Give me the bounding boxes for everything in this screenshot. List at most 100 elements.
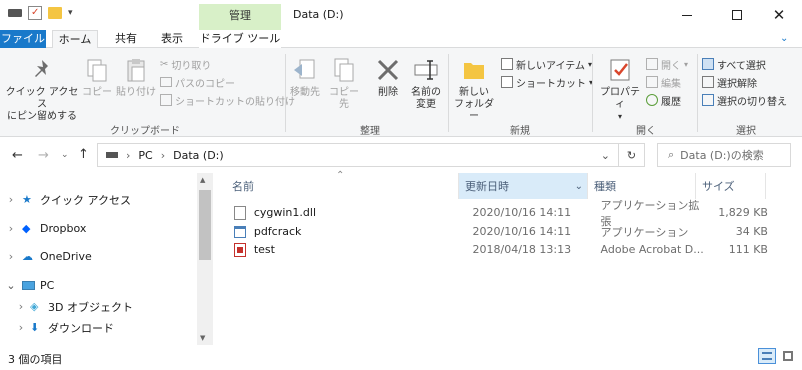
cut-button[interactable]: ✂ 切り取り — [160, 55, 295, 73]
delete-button[interactable]: 削除 — [372, 56, 404, 99]
easy-access-button[interactable]: ショートカット ▾ — [501, 73, 593, 91]
maximize-button[interactable] — [714, 0, 760, 30]
column-label: 名前 — [232, 180, 254, 193]
forward-arrow-icon: → — [38, 148, 49, 163]
easy-access-label: ショートカット — [516, 78, 586, 90]
paste-shortcut-label: ショートカットの貼り付け — [175, 96, 295, 108]
tab-share[interactable]: 共有 — [104, 30, 148, 48]
column-header-name[interactable]: 名前 — [226, 173, 458, 199]
history-button[interactable]: 履歴 — [646, 91, 688, 109]
details-view-button[interactable] — [758, 348, 776, 364]
tab-drive-tools[interactable]: ドライブ ツール — [199, 30, 281, 48]
copy-icon — [87, 59, 107, 82]
up-button[interactable]: ↑ — [78, 147, 89, 162]
paste-shortcut-button[interactable]: ショートカットの貼り付け — [160, 91, 295, 109]
chevron-down-icon: ⌄ — [6, 279, 16, 292]
table-row[interactable]: cygwin1.dll 2020/10/16 14:11 アプリケーション拡張 … — [228, 199, 768, 228]
scissors-icon: ✂ — [160, 58, 169, 70]
edit-icon — [646, 76, 658, 88]
open-button[interactable]: 開く ▾ — [646, 55, 688, 73]
move-to-button[interactable]: 移動先 — [288, 56, 322, 99]
paste-button[interactable]: 貼り付け — [116, 56, 156, 99]
nav-label: OneDrive — [40, 250, 92, 263]
chevron-right-icon: › — [18, 321, 24, 334]
copy-button[interactable]: コピー — [82, 56, 112, 99]
search-box[interactable]: ⌕ Data (D:)の検索 — [657, 143, 791, 167]
edit-button[interactable]: 編集 — [646, 73, 688, 91]
column-header-size[interactable]: サイズ — [696, 173, 766, 199]
address-dropdown-icon[interactable]: ⌄ — [601, 149, 610, 162]
scroll-down-icon[interactable]: ▼ — [200, 334, 205, 342]
delete-label: 削除 — [378, 87, 398, 98]
table-row[interactable]: pdfcrack 2020/10/16 14:11 アプリケーション 34 KB — [228, 222, 768, 241]
nav-item-downloads[interactable]: › ⬇ ダウンロード — [12, 317, 114, 338]
refresh-button[interactable]: ↻ — [619, 143, 645, 167]
table-row[interactable]: test 2018/04/18 13:13 Adobe Acrobat D...… — [228, 240, 768, 259]
cube-icon: ◈ — [30, 300, 39, 313]
up-arrow-icon: ↑ — [78, 147, 89, 162]
nav-item-3d-objects[interactable]: › ◈ 3D オブジェクト — [12, 296, 133, 317]
tab-home[interactable]: ホーム — [52, 30, 98, 49]
rename-button[interactable]: 名前の 変更 — [408, 56, 444, 111]
chevron-right-icon: › — [8, 193, 14, 206]
scroll-up-icon[interactable]: ▲ — [200, 176, 205, 184]
new-item-icon — [501, 58, 513, 70]
select-all-label: すべて選択 — [717, 60, 766, 72]
nav-item-onedrive[interactable]: › ☁ OneDrive — [0, 246, 92, 267]
ribbon-expand-icon[interactable]: ⌄ — [780, 33, 788, 44]
new-folder-qat-icon[interactable] — [48, 7, 62, 19]
minimize-button[interactable] — [664, 0, 710, 30]
properties-label: プロパティ — [600, 87, 640, 110]
breadcrumb-pc[interactable]: PC — [138, 149, 152, 162]
context-tab-manage[interactable]: 管理 — [199, 4, 281, 30]
select-all-button[interactable]: すべて選択 — [702, 55, 787, 73]
copy-to-button[interactable]: コピー先 — [326, 56, 362, 111]
group-separator — [697, 54, 698, 132]
chevron-right-icon: › — [126, 148, 131, 162]
tab-view[interactable]: 表示 — [150, 30, 194, 48]
new-folder-button[interactable]: 新しい フォルダー — [452, 56, 496, 123]
close-button[interactable]: ✕ — [756, 0, 802, 30]
dll-file-icon — [234, 205, 246, 220]
file-date: 2020/10/16 14:11 — [472, 206, 572, 219]
file-size: 34 KB — [735, 225, 768, 238]
nav-scroll-thumb[interactable] — [199, 190, 211, 260]
paste-label: 貼り付け — [116, 87, 156, 98]
chevron-right-icon: › — [8, 222, 14, 235]
pin-quick-access-button[interactable]: クイック アクセス にピン留めする — [4, 56, 80, 123]
paste-shortcut-icon — [160, 94, 172, 106]
invert-selection-button[interactable]: 選択の切り替え — [702, 91, 787, 109]
properties-qat-icon[interactable]: ✓ — [28, 6, 42, 20]
qat-dropdown-icon[interactable]: ▾ — [68, 8, 73, 18]
column-header-date[interactable]: 更新日時 ⌄ — [458, 173, 588, 199]
file-date: 2018/04/18 13:13 — [472, 243, 572, 256]
nav-item-pc[interactable]: ⌄ PC — [0, 275, 54, 296]
edit-label: 編集 — [661, 78, 681, 90]
new-item-button[interactable]: 新しいアイテム ▾ — [501, 55, 593, 73]
group-separator — [285, 54, 286, 132]
properties-button[interactable]: プロパティ ▾ — [596, 56, 644, 123]
select-none-label: 選択解除 — [717, 78, 757, 90]
new-folder-label-2: フォルダー — [454, 99, 494, 122]
column-header-type[interactable]: 種類 — [588, 173, 696, 199]
open-icon — [646, 58, 658, 70]
select-group-label: 選択 — [736, 126, 756, 137]
delete-icon — [377, 59, 399, 81]
recent-locations-button[interactable]: ⌄ — [61, 150, 69, 160]
address-bar[interactable]: › PC › Data (D:) ⌄ — [97, 143, 619, 167]
chevron-right-icon: › — [160, 148, 166, 162]
nav-item-quick-access[interactable]: › ★ クイック アクセス — [0, 189, 131, 210]
nav-item-dropbox[interactable]: › ◆ Dropbox — [0, 218, 87, 239]
breadcrumb-drive[interactable]: Data (D:) — [173, 149, 224, 162]
large-icons-view-button[interactable] — [780, 348, 798, 364]
pin-icon — [35, 60, 48, 77]
nav-label: ダウンロード — [48, 321, 114, 335]
copy-to-icon — [334, 58, 354, 82]
window-title: Data (D:) — [293, 8, 344, 21]
back-button[interactable]: ← — [12, 148, 23, 163]
star-icon: ★ — [22, 193, 32, 206]
forward-button[interactable]: → — [38, 148, 49, 163]
select-none-button[interactable]: 選択解除 — [702, 73, 787, 91]
copy-path-button[interactable]: パスのコピー — [160, 73, 295, 91]
tab-file[interactable]: ファイル — [0, 30, 46, 48]
